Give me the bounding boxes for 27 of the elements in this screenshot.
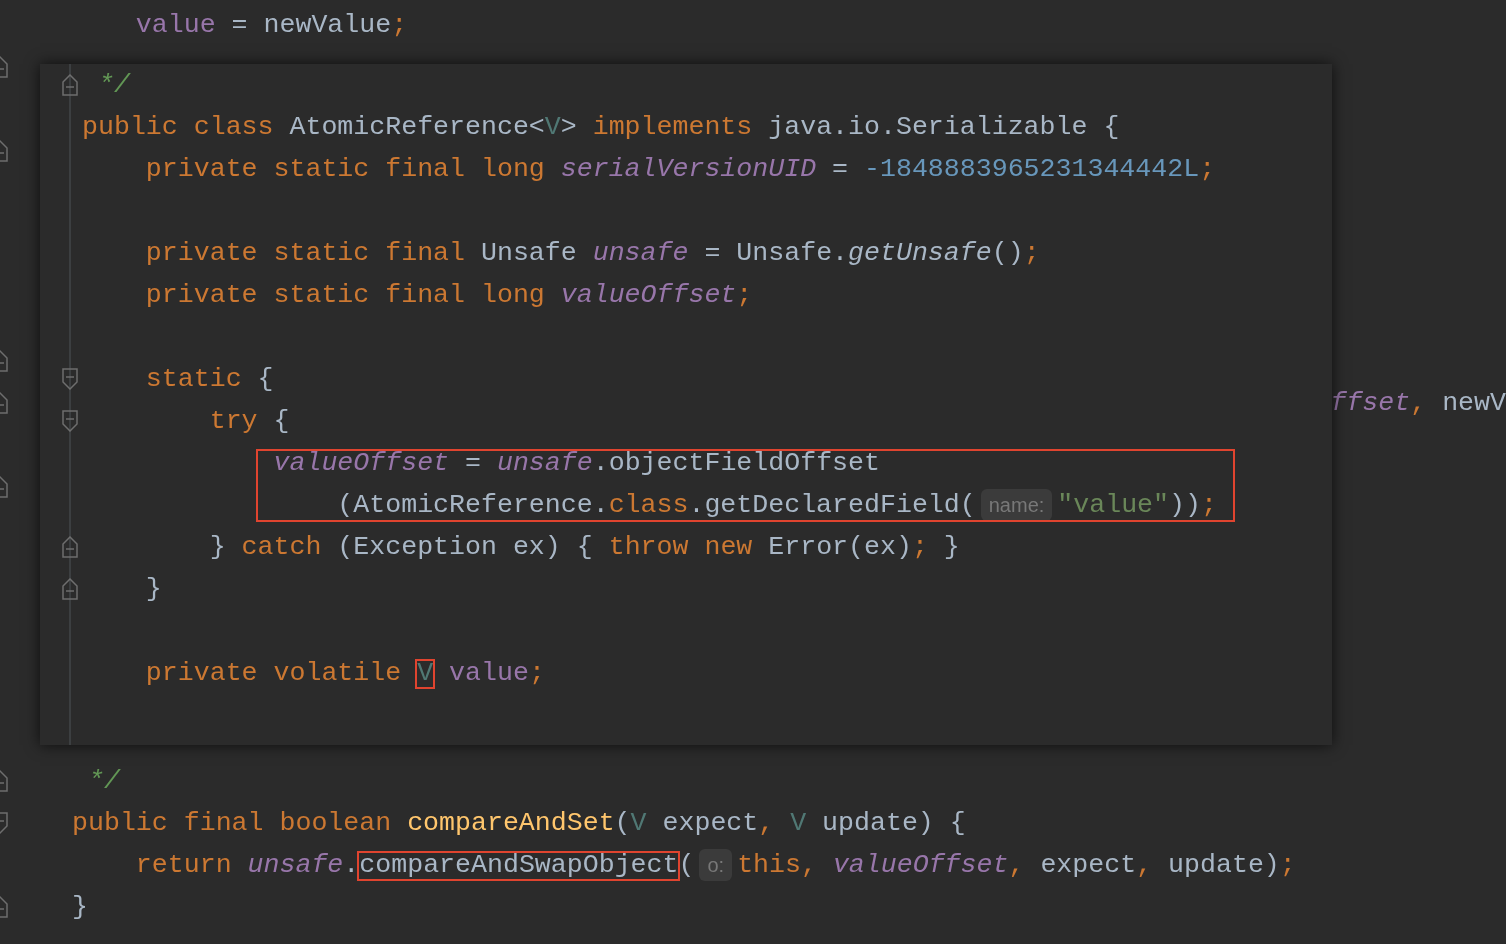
fold-icon[interactable] bbox=[62, 410, 78, 432]
code-text: this, valueOffset, expect, update); bbox=[737, 849, 1296, 882]
fold-icon[interactable] bbox=[62, 368, 78, 390]
code-text: } bbox=[72, 891, 88, 924]
code-text: */ bbox=[96, 69, 130, 102]
code-text: ffset, newV bbox=[1330, 387, 1506, 420]
code-text: "value")); bbox=[1057, 489, 1217, 522]
code-text: static { bbox=[144, 363, 274, 396]
code-text: return unsafe.compareAndSwapObject( bbox=[134, 849, 695, 882]
code-text: */ bbox=[86, 765, 120, 798]
code-text: private static final Unsafe unsafe = Unsafe.getUnsafe(); bbox=[144, 237, 1040, 270]
code-text: public class AtomicReference<V> implements java.io.Serializable { bbox=[82, 111, 1120, 144]
code-text: valueOffset = unsafe.objectFieldOffset bbox=[272, 447, 880, 480]
code-text: private volatile V value; bbox=[144, 657, 545, 690]
code-text: value = newValue; bbox=[134, 9, 408, 42]
fold-icon[interactable] bbox=[62, 578, 78, 600]
parameter-hint: o: bbox=[699, 849, 733, 881]
code-text: private static final long valueOffset; bbox=[144, 279, 753, 312]
code-text: } bbox=[144, 573, 162, 606]
parameter-hint: name: bbox=[980, 489, 1053, 521]
code-text: try { bbox=[208, 405, 290, 438]
code-text: } catch (Exception ex) { throw new Error(ex); } bbox=[208, 531, 960, 564]
code-text: private static final long serialVersionUID = -1848883965231344442L; bbox=[144, 153, 1216, 186]
code-text: (AtomicReference.class.getDeclaredField( bbox=[336, 489, 976, 522]
fold-icon[interactable] bbox=[62, 74, 78, 96]
code-text: public final boolean compareAndSet(V expect, V update) { bbox=[72, 807, 966, 840]
fold-icon[interactable] bbox=[62, 536, 78, 558]
